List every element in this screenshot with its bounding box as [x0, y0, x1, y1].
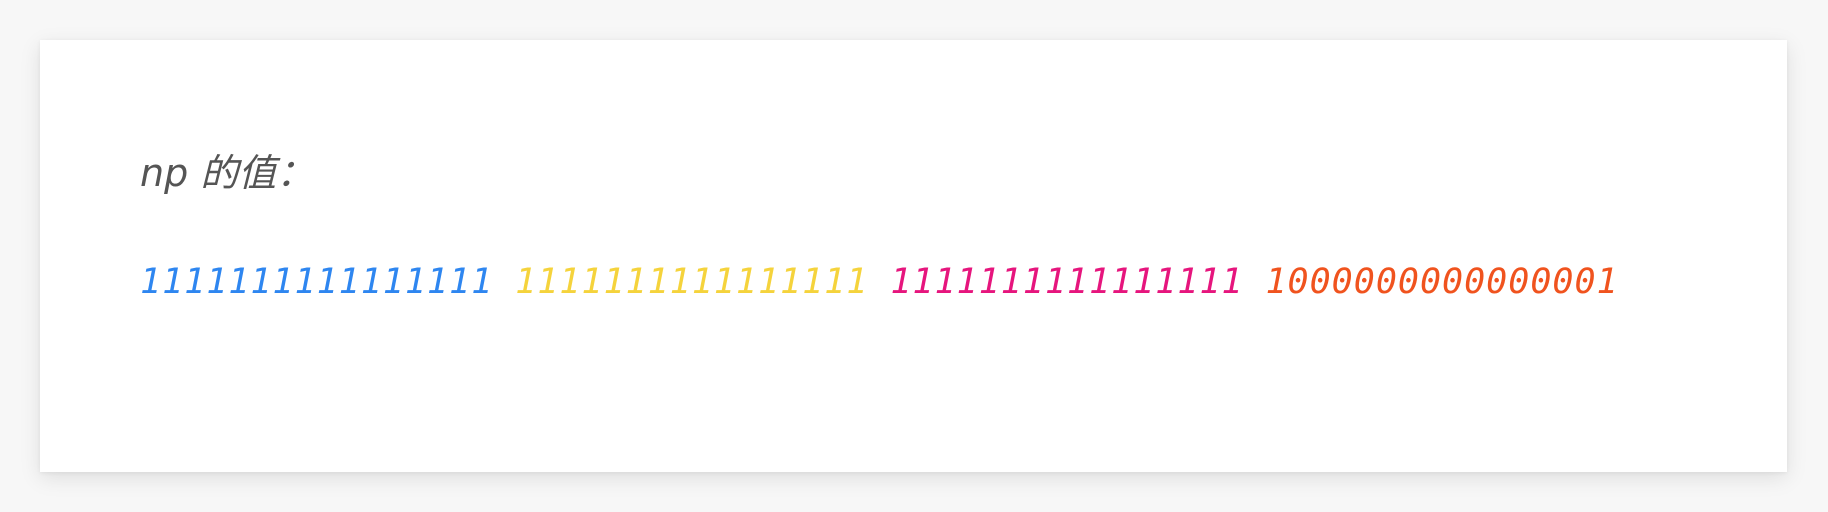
bit-group-1: 1111111111111111: [140, 262, 494, 302]
content-card: np 的值： 1111111111111111 1111111111111111…: [40, 40, 1787, 472]
bit-groups-row: 1111111111111111 1111111111111111 111111…: [140, 260, 1619, 304]
bit-group-3: 1111111111111111: [890, 262, 1244, 302]
bit-group-4: 1000000000000001: [1265, 262, 1619, 302]
canvas: np 的值： 1111111111111111 1111111111111111…: [0, 0, 1828, 512]
np-value-label: np 的值：: [140, 151, 315, 195]
bit-group-2: 1111111111111111: [515, 262, 869, 302]
